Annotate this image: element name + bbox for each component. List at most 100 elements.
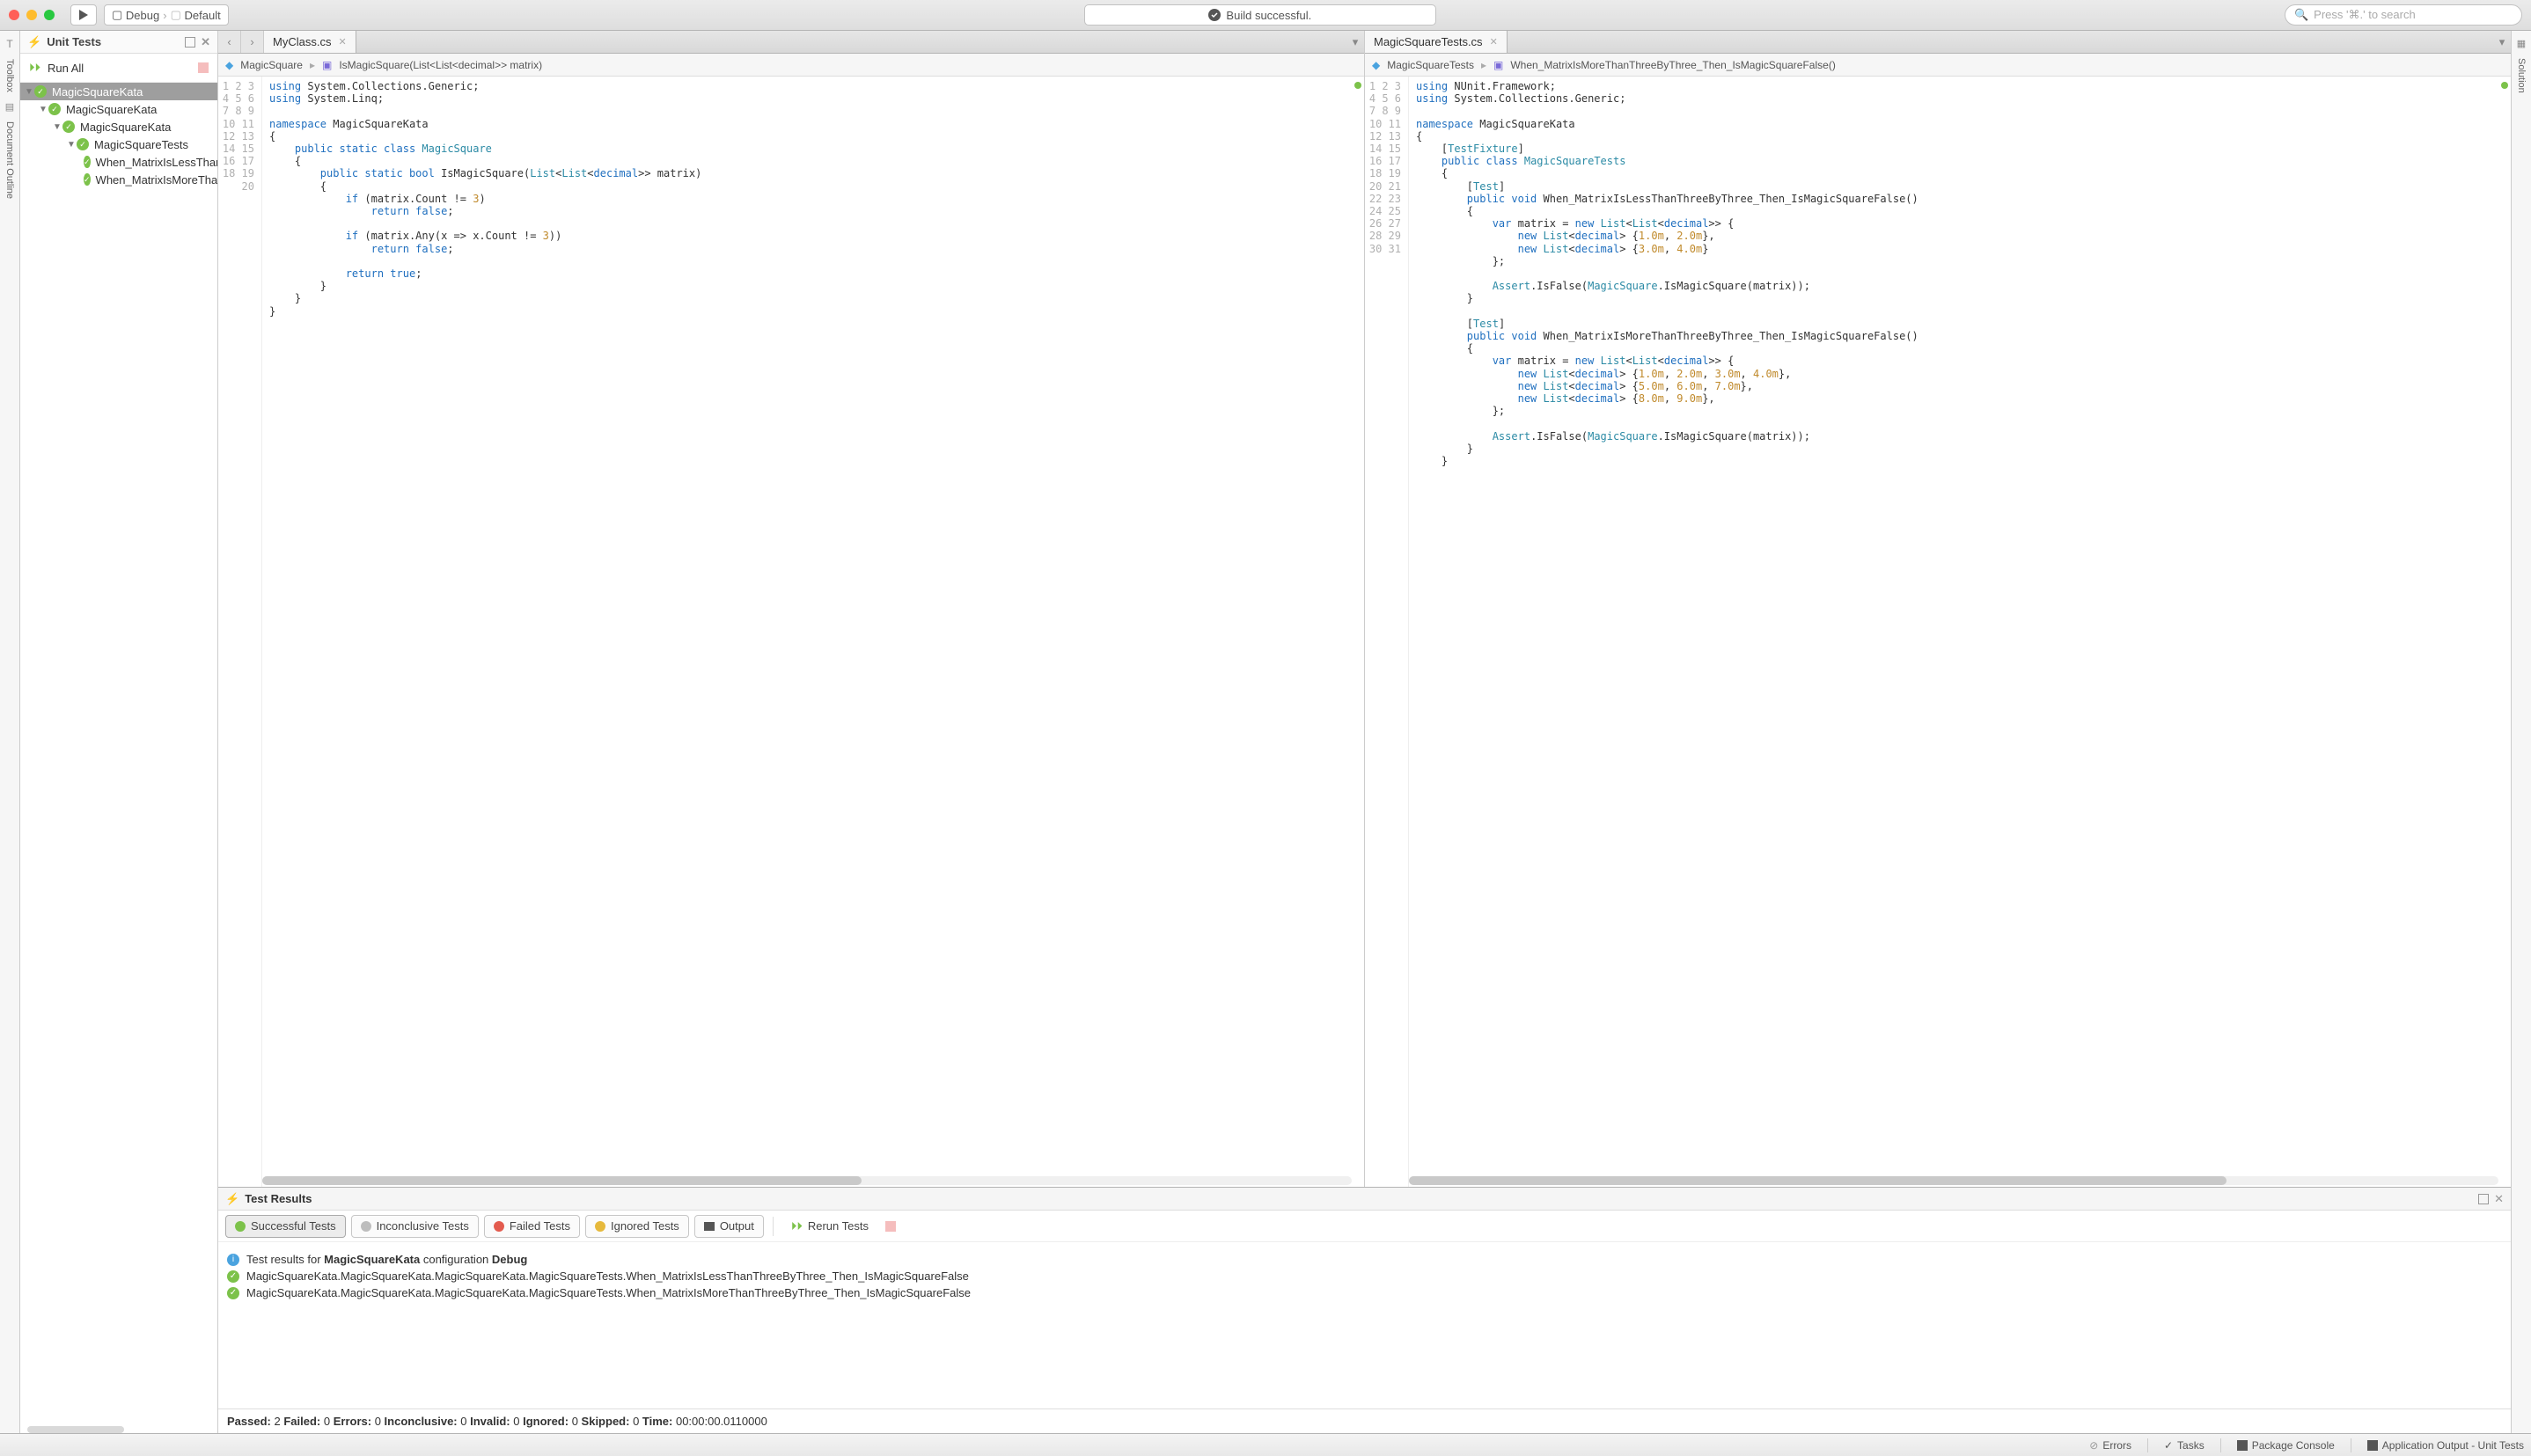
- error-icon: ⊘: [2089, 1439, 2098, 1452]
- tree-node[interactable]: ▼✓MagicSquareKata: [20, 118, 217, 135]
- filter-ignored[interactable]: Ignored Tests: [585, 1215, 689, 1238]
- status-app-output[interactable]: Application Output - Unit Tests: [2367, 1439, 2524, 1452]
- minimize-window-button[interactable]: [26, 10, 37, 20]
- tree-node[interactable]: ▼✓MagicSquareTests: [20, 135, 217, 153]
- unit-tests-title: Unit Tests: [47, 35, 101, 48]
- rerun-button[interactable]: ⏵⏵Rerun Tests: [782, 1215, 905, 1238]
- method-icon: ▣: [1493, 59, 1503, 71]
- filter-failed[interactable]: Failed Tests: [484, 1215, 580, 1238]
- pass-icon: ✓: [227, 1287, 239, 1299]
- solution-tab[interactable]: Solution: [2516, 58, 2527, 93]
- editor-split: ‹ › MyClass.cs ✕ ▾ ◆ MagicSquare ▸ ▣ IsM…: [218, 31, 2511, 1187]
- tab-tests[interactable]: MagicSquareTests.cs ✕: [1365, 31, 1508, 53]
- config-label: Debug: [126, 9, 159, 22]
- solution-icon[interactable]: ▦: [2517, 38, 2526, 49]
- bolt-icon: ⚡: [225, 1192, 239, 1206]
- nav-back-button[interactable]: ‹: [218, 31, 241, 53]
- result-row[interactable]: ✓ MagicSquareKata.MagicSquareKata.MagicS…: [227, 1286, 2502, 1299]
- dock-button[interactable]: [185, 37, 195, 48]
- result-text: MagicSquareKata.MagicSquareKata.MagicSqu…: [246, 1269, 969, 1283]
- unit-tests-panel: ⚡ Unit Tests ✕ ⏵⏵ Run All ▼✓MagicSquareK…: [20, 31, 218, 1433]
- toolbox-tab[interactable]: Toolbox: [4, 59, 15, 92]
- code[interactable]: using System.Collections.Generic; using …: [262, 77, 1352, 1187]
- run-all-icon[interactable]: ⏵⏵: [29, 61, 40, 75]
- editor-pane-left: ‹ › MyClass.cs ✕ ▾ ◆ MagicSquare ▸ ▣ IsM…: [218, 31, 1365, 1187]
- status-package-console[interactable]: Package Console: [2237, 1439, 2335, 1452]
- global-search[interactable]: 🔍 Press '⌘.' to search: [2285, 4, 2522, 26]
- target-icon: ▢: [112, 8, 122, 22]
- tab-label: MagicSquareTests.cs: [1374, 35, 1483, 48]
- run-all-row: ⏵⏵ Run All: [20, 54, 217, 83]
- run-button[interactable]: [70, 4, 97, 26]
- bolt-icon: ⚡: [27, 35, 41, 49]
- outline-tab[interactable]: Document Outline: [4, 121, 15, 199]
- status-tasks[interactable]: ✓Tasks: [2164, 1439, 2205, 1452]
- filter-inconclusive[interactable]: Inconclusive Tests: [351, 1215, 479, 1238]
- crumb-class: MagicSquareTests: [1387, 59, 1474, 71]
- test-tree: ▼✓MagicSquareKata ▼✓MagicSquareKata ▼✓Ma…: [20, 83, 217, 1423]
- pass-icon: ✓: [227, 1270, 239, 1283]
- crumb-class: MagicSquare: [240, 59, 303, 71]
- tab-overflow-button[interactable]: ▾: [2493, 31, 2511, 53]
- build-ok-marker: [1354, 82, 1361, 89]
- target-label: Default: [185, 9, 221, 22]
- left-rail: T Toolbox ▤ Document Outline: [0, 31, 20, 1433]
- close-tab-button[interactable]: ✕: [338, 36, 346, 48]
- filter-successful[interactable]: Successful Tests: [225, 1215, 346, 1238]
- tree-leaf[interactable]: ✓When_MatrixIsMoreThanThreeByThree_Then_…: [20, 171, 217, 188]
- tabstrip-left: ‹ › MyClass.cs ✕ ▾: [218, 31, 1364, 54]
- code-area-left[interactable]: 1 2 3 4 5 6 7 8 9 10 11 12 13 14 15 16 1…: [218, 77, 1364, 1187]
- maximize-window-button[interactable]: [44, 10, 55, 20]
- terminal-icon: [2367, 1440, 2378, 1451]
- code-area-right[interactable]: 1 2 3 4 5 6 7 8 9 10 11 12 13 14 15 16 1…: [1365, 77, 2511, 1187]
- close-panel-button[interactable]: ✕: [2494, 1192, 2504, 1206]
- editor-hscroll[interactable]: [1409, 1176, 2498, 1185]
- unit-tests-header: ⚡ Unit Tests ✕: [20, 31, 217, 54]
- tree-leaf[interactable]: ✓When_MatrixIsLessThanThreeByThree_Then_…: [20, 153, 217, 171]
- editor-pane-right: MagicSquareTests.cs ✕ ▾ ◆ MagicSquareTes…: [1365, 31, 2511, 1187]
- breadcrumb-right[interactable]: ◆ MagicSquareTests ▸ ▣ When_MatrixIsMore…: [1365, 54, 2511, 77]
- method-icon: ▣: [322, 59, 332, 71]
- main: T Toolbox ▤ Document Outline ⚡ Unit Test…: [0, 31, 2531, 1433]
- toolbox-icon[interactable]: T: [6, 38, 12, 50]
- outline-icon[interactable]: ▤: [5, 101, 14, 113]
- info-icon: i: [227, 1254, 239, 1266]
- summary-row: Passed: 2 Failed: 0 Errors: 0 Inconclusi…: [218, 1408, 2511, 1433]
- tab-overflow-button[interactable]: ▾: [1346, 31, 1364, 53]
- nav-forward-button[interactable]: ›: [241, 31, 264, 53]
- tabstrip-right: MagicSquareTests.cs ✕ ▾: [1365, 31, 2511, 54]
- stop-tests-button[interactable]: [198, 62, 209, 73]
- filter-output[interactable]: Output: [694, 1215, 764, 1238]
- build-ok-marker: [2501, 82, 2508, 89]
- statusbar: ⊘Errors ✓Tasks Package Console Applicati…: [0, 1433, 2531, 1456]
- class-icon: ◆: [225, 59, 233, 71]
- stop-icon[interactable]: [885, 1221, 896, 1232]
- terminal-icon: [704, 1222, 715, 1231]
- class-icon: ◆: [1372, 59, 1380, 71]
- result-row[interactable]: ✓ MagicSquareKata.MagicSquareKata.MagicS…: [227, 1269, 2502, 1283]
- tree-root[interactable]: ▼✓MagicSquareKata: [20, 83, 217, 100]
- crumb-method: When_MatrixIsMoreThanThreeByThree_Then_I…: [1510, 59, 1836, 71]
- tree-node[interactable]: ▼✓MagicSquareKata: [20, 100, 217, 118]
- gutter: 1 2 3 4 5 6 7 8 9 10 11 12 13 14 15 16 1…: [1365, 77, 1409, 1187]
- search-placeholder: Press '⌘.' to search: [2314, 8, 2416, 22]
- build-status-text: Build successful.: [1226, 9, 1311, 22]
- breadcrumb-left[interactable]: ◆ MagicSquare ▸ ▣ IsMagicSquare(List<Lis…: [218, 54, 1364, 77]
- close-tab-button[interactable]: ✕: [1490, 36, 1498, 48]
- dock-button[interactable]: [2478, 1194, 2489, 1204]
- run-all-label[interactable]: Run All: [48, 62, 84, 75]
- run-config-selector[interactable]: ▢ Debug › ▢ Default: [104, 4, 229, 26]
- check-icon: ✓: [2164, 1439, 2173, 1452]
- code[interactable]: using NUnit.Framework; using System.Coll…: [1409, 77, 2498, 1187]
- editor-hscroll[interactable]: [262, 1176, 1352, 1185]
- close-window-button[interactable]: [9, 10, 19, 20]
- build-status: Build successful.: [1084, 4, 1436, 26]
- titlebar: ▢ Debug › ▢ Default Build successful. 🔍 …: [0, 0, 2531, 31]
- close-panel-button[interactable]: ✕: [201, 35, 210, 49]
- sidebar-scrollbar[interactable]: [27, 1426, 124, 1433]
- right-rail: ▦ Solution: [2511, 31, 2531, 1433]
- tab-myclass[interactable]: MyClass.cs ✕: [264, 31, 356, 53]
- results-body: i Test results for MagicSquareKata confi…: [218, 1242, 2511, 1408]
- center: ‹ › MyClass.cs ✕ ▾ ◆ MagicSquare ▸ ▣ IsM…: [218, 31, 2511, 1433]
- status-errors[interactable]: ⊘Errors: [2089, 1439, 2131, 1452]
